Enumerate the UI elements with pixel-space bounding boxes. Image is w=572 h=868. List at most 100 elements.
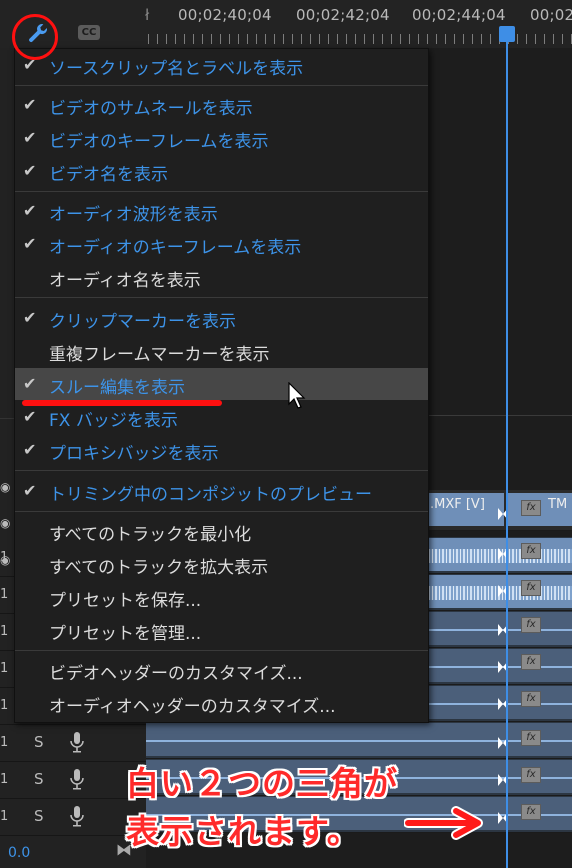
menu-item-through-edits[interactable]: ✔ スルー編集を表示 <box>15 368 428 400</box>
timeline-ruler[interactable]: ł 00;02;40;04 00;02;42;04 00;02;44;04 00… <box>0 0 572 48</box>
timecode-1: 00;02;40;04 <box>178 6 272 24</box>
menu-item-label: オーディオのキーフレームを表示 <box>49 238 302 258</box>
menu-item-expand-all-tracks[interactable]: すべてのトラックを拡大表示 <box>15 548 428 580</box>
track-number: 1 <box>0 735 9 750</box>
fx-badge-icon: fx <box>521 804 541 820</box>
menu-separator <box>15 85 428 86</box>
checkmark-icon: ✔ <box>23 481 37 500</box>
menu-item-label: プリセットを管理... <box>49 624 202 644</box>
fx-badge-icon: fx <box>521 543 541 559</box>
annotation-line-1: 白い２つの三角が <box>126 764 398 803</box>
menu-item-duplicate-frame-markers[interactable]: 重複フレームマーカーを表示 <box>15 335 428 367</box>
menu-item-audio-keyframes[interactable]: ✔ オーディオのキーフレームを表示 <box>15 228 428 260</box>
playhead-line[interactable] <box>506 40 508 868</box>
captions-icon[interactable]: CC <box>78 25 100 40</box>
menu-item-label: ビデオ名を表示 <box>49 165 168 185</box>
fx-badge-icon: fx <box>521 767 541 783</box>
track-number: 1 <box>0 550 9 565</box>
menu-separator <box>15 297 428 298</box>
checkmark-icon: ✔ <box>23 374 37 393</box>
menu-item-video-keyframes[interactable]: ✔ ビデオのキーフレームを表示 <box>15 122 428 154</box>
ruler-tick-mark: ł <box>145 6 150 24</box>
annotation-circle <box>12 14 58 60</box>
fx-badge-icon: fx <box>521 730 541 746</box>
checkmark-icon: ✔ <box>23 407 37 426</box>
eye-icon[interactable]: ◉ <box>0 516 10 530</box>
playhead-handle[interactable] <box>499 26 515 42</box>
mouse-cursor-icon <box>288 382 306 409</box>
checkmark-icon: ✔ <box>23 201 37 220</box>
checkmark-icon: ✔ <box>23 308 37 327</box>
fx-badge-icon: fx <box>521 580 541 596</box>
volume-line <box>146 740 572 742</box>
timeline-settings-menu: ✔ ソースクリップ名とラベルを表示 ✔ ビデオのサムネールを表示 ✔ ビデオのキーフレ… <box>14 48 429 723</box>
menu-item-minimize-all-tracks[interactable]: すべてのトラックを最小化 <box>15 515 428 547</box>
menu-separator <box>15 470 428 471</box>
fx-badge-icon: fx <box>521 500 541 516</box>
menu-item-audio-name[interactable]: オーディオ名を表示 <box>15 261 428 293</box>
menu-item-clip-markers[interactable]: ✔ クリップマーカーを表示 <box>15 302 428 334</box>
menu-item-video-thumbnail[interactable]: ✔ ビデオのサムネールを表示 <box>15 89 428 121</box>
menu-item-trim-composite-preview[interactable]: ✔ トリミング中のコンポジットのプレビュー <box>15 475 428 507</box>
annotation-line-2: 表示されます。 <box>126 812 361 851</box>
arrow-right-icon <box>404 806 483 840</box>
annotation-underline <box>22 400 222 406</box>
clip-name: TM <box>548 497 568 512</box>
track-header-row[interactable]: 1 S <box>0 725 146 762</box>
menu-item-label: プリセットを保存... <box>49 591 202 611</box>
menu-item-proxy-badges[interactable]: ✔ プロキシバッジを表示 <box>15 434 428 466</box>
menu-item-customize-video-header[interactable]: ビデオヘッダーのカスタマイズ... <box>15 654 428 686</box>
track-number: 1 <box>0 698 9 713</box>
timecode-4: 00;02 <box>530 6 572 24</box>
fx-badge-icon: fx <box>521 691 541 707</box>
menu-item-label: ビデオのサムネールを表示 <box>49 99 253 119</box>
timecode-3: 00;02;44;04 <box>412 6 506 24</box>
solo-button[interactable]: S <box>34 807 44 825</box>
checkmark-icon: ✔ <box>23 128 37 147</box>
menu-separator <box>15 511 428 512</box>
clip-name: .MXF [V] <box>430 497 485 512</box>
menu-item-label: オーディオ名を表示 <box>49 271 201 291</box>
fx-badge-icon: fx <box>521 617 541 633</box>
menu-item-label: すべてのトラックを最小化 <box>49 525 252 545</box>
solo-button[interactable]: S <box>34 770 44 788</box>
menu-separator <box>15 650 428 651</box>
microphone-icon[interactable] <box>70 731 84 753</box>
menu-item-label: ビデオのキーフレームを表示 <box>49 132 269 152</box>
menu-item-save-preset[interactable]: プリセットを保存... <box>15 581 428 613</box>
menu-item-manage-presets[interactable]: プリセットを管理... <box>15 614 428 646</box>
timecode-2: 00;02;42;04 <box>296 6 390 24</box>
menu-item-label: すべてのトラックを拡大表示 <box>49 558 269 578</box>
zoom-value[interactable]: 0.0 <box>8 845 30 861</box>
fx-badge-icon: fx <box>521 654 541 670</box>
menu-item-label: ビデオヘッダーのカスタマイズ... <box>49 664 303 684</box>
track-header-row[interactable]: 1 S <box>0 799 146 836</box>
menu-separator <box>15 191 428 192</box>
menu-item-label: クリップマーカーを表示 <box>49 312 236 332</box>
eye-icon[interactable]: ◉ <box>0 480 10 494</box>
track-number: 1 <box>0 587 9 602</box>
track-number: 1 <box>0 661 9 676</box>
menu-item-audio-waveform[interactable]: ✔ オーディオ波形を表示 <box>15 195 428 227</box>
track-number: 1 <box>0 809 9 824</box>
checkmark-icon: ✔ <box>23 161 37 180</box>
menu-item-customize-audio-header[interactable]: オーディオヘッダーのカスタマイズ... <box>15 687 428 719</box>
menu-item-label: ソースクリップ名とラベルを表示 <box>49 59 304 79</box>
track-number: 1 <box>0 624 9 639</box>
microphone-icon[interactable] <box>70 805 84 827</box>
microphone-icon[interactable] <box>70 768 84 790</box>
solo-button[interactable]: S <box>34 733 44 751</box>
checkmark-icon: ✔ <box>23 95 37 114</box>
track-number: 1 <box>0 772 9 787</box>
menu-item-label: スルー編集を表示 <box>49 378 185 398</box>
menu-item-label: オーディオ波形を表示 <box>49 205 218 225</box>
track-header-row[interactable]: 1 S <box>0 762 146 799</box>
menu-item-label: オーディオヘッダーのカスタマイズ... <box>49 697 336 717</box>
menu-item-label: トリミング中のコンポジットのプレビュー <box>49 485 372 505</box>
menu-item-source-clip-name[interactable]: ✔ ソースクリップ名とラベルを表示 <box>15 49 428 81</box>
menu-item-video-name[interactable]: ✔ ビデオ名を表示 <box>15 155 428 187</box>
audio-lane[interactable] <box>146 722 572 759</box>
checkmark-icon: ✔ <box>23 234 37 253</box>
menu-item-label: プロキシバッジを表示 <box>49 444 219 464</box>
menu-item-label: 重複フレームマーカーを表示 <box>49 345 270 365</box>
